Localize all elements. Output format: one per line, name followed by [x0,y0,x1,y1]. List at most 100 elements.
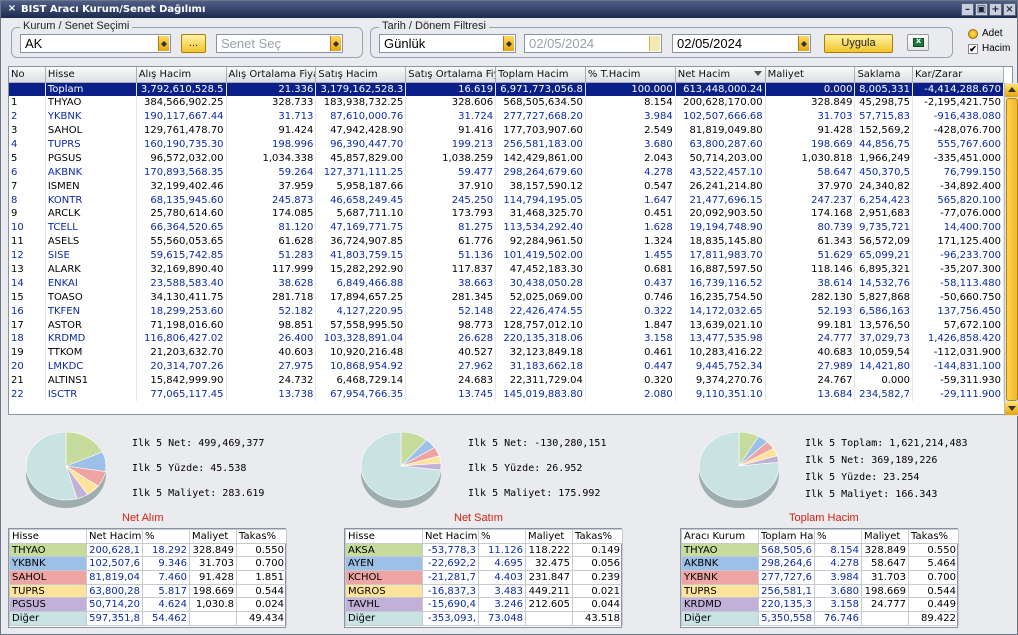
panel-row[interactable]: THYAO 568,505,6 8.154 328.849 0.550 [681,542,959,558]
table-row[interactable]: 14 ENKAI 23,588,583.40 38.628 6,849,466.88 38… [9,276,1004,291]
table-row[interactable]: 7 ISMEN 32,199,402.46 37.959 5,958,187.66 37.… [9,179,1004,194]
table-row[interactable]: 16 TKFEN 18,299,253.60 52.182 4,127,220.95 52… [9,304,1004,319]
panel-row[interactable]: Diğer 597,351,8 54.462 49.434 [9,611,287,626]
chevron-down-icon[interactable] [158,36,169,51]
column-header-4[interactable]: Satış Hacim [315,67,407,83]
column-header-8[interactable]: Net Hacim [675,67,766,83]
panel-col-header[interactable]: % [478,529,526,544]
column-header-2[interactable]: Alış Hacim [136,67,227,83]
radio-icon[interactable] [968,29,978,39]
panel-row[interactable]: YKBNK 277,727,6 3.984 31.703 0.700 [681,570,959,585]
panel-row[interactable]: MGROS -16,837,3 3.483 449.211 0.021 [345,583,623,599]
table-row[interactable]: 22 ISCTR 77,065,117.45 13.738 67,954,766.35 1… [9,387,1004,402]
table-row[interactable]: 10 TCELL 66,364,520.65 81.120 47,169,771.75 8… [9,220,1004,235]
apply-button[interactable]: Uygula [824,34,893,53]
minimize-button[interactable]: – [961,3,974,16]
panel-col-header[interactable]: % [142,529,190,544]
panel-row[interactable]: AKSA -53,778,3 11.126 118.222 0.149 [345,542,623,558]
period-combo[interactable]: Günlük [379,34,516,53]
panel-row[interactable]: AKBNK 298,264,6 4.278 58.647 5.464 [681,556,959,572]
column-header-1[interactable]: Hisse [45,67,137,83]
date-to-field[interactable]: 02/05/2024 [672,34,811,53]
panel-col-header[interactable]: Takas% [572,529,623,544]
column-header-7[interactable]: % T.Hacim [585,67,676,83]
excel-export-button[interactable] [907,34,929,51]
calendar-icon[interactable] [649,36,660,51]
panel-col-header[interactable]: Net Hacim [422,529,479,544]
panel-row[interactable]: YKBNK 102,507,6 9.346 31.703 0.700 [9,556,287,572]
table-row[interactable]: 13 ALARK 32,169,890.40 117.999 15,282,292.90… [9,262,1004,277]
table-row[interactable]: 3 SAHOL 129,761,478.70 91.424 47,942,428.90 9… [9,123,1004,138]
chevron-down-icon[interactable] [330,36,341,51]
restore-button[interactable]: ▣ [975,3,988,16]
close-icon[interactable]: × [6,3,18,15]
panel-col-header[interactable]: Takas% [908,529,959,544]
table-row[interactable]: 17 ASTOR 71,198,016.60 98.851 57,558,995.50 9… [9,318,1004,333]
column-header-9[interactable]: Maliyet [765,67,856,83]
table-row[interactable]: 4 TUPRS 160,190,735.30 198.996 96,390,447.70… [9,137,1004,152]
panel-col-header[interactable]: Net Hacim [86,529,143,544]
panel-row[interactable]: SAHOL 81,819,04 7.460 91.428 1.851 [9,570,287,585]
column-header-10[interactable]: Saklama [854,67,913,83]
column-header-3[interactable]: Alış Ortalama Fiya [226,67,317,83]
panel-info-line: Ilk 5 Yüzde: 26.952 [468,463,583,474]
scroll-up-icon[interactable] [1005,84,1018,97]
table-row[interactable]: 6 AKBNK 170,893,568.35 59.264 127,371,111.25… [9,165,1004,180]
kurum-browse-button[interactable]: ... [181,34,206,53]
panel-row[interactable]: TUPRS 63,800,28 5.817 198.669 0.544 [9,583,287,599]
table-row[interactable]: 1 THYAO 384,566,902.25 328.733 183,938,732.2… [9,95,1004,110]
column-header-0[interactable]: No [9,67,46,83]
vertical-scrollbar[interactable] [1004,83,1018,416]
panel-row[interactable]: KCHOL -21,281,7 4.403 231.847 0.239 [345,570,623,585]
column-header-5[interactable]: Satış Ortalama Fiy [405,67,497,83]
panel-col-header[interactable]: Maliyet [861,529,909,544]
table-row[interactable]: 15 TOASO 34,130,411.75 281.718 17,894,657.25… [9,290,1004,305]
panel-row[interactable]: Diğer 5,350,558 76.746 89.422 [681,611,959,626]
scroll-thumb[interactable] [1006,98,1018,401]
panel-col-header[interactable]: Maliyet [189,529,237,544]
panel-row[interactable]: AYEN -22,692,2 4.695 32.475 0.056 [345,556,623,572]
senet-combo[interactable]: Senet Seç [216,34,343,53]
chevron-down-icon[interactable] [798,36,809,51]
scroll-down-icon[interactable] [1005,402,1018,415]
window-close-button[interactable]: × [1003,3,1016,16]
table-row[interactable]: 19 TTKOM 21,203,632.70 40.603 10,920,216.48 4… [9,345,1004,360]
panel-row[interactable]: TUPRS 256,581,1 3.680 198.669 0.544 [681,583,959,599]
panel-row[interactable]: KRDMD 220,135,3 3.158 24.777 0.449 [681,597,959,613]
column-header-11[interactable]: Kar/Zarar [912,67,1004,83]
date-from-field[interactable]: 02/05/2024 [524,34,662,53]
panel-col-header[interactable]: Hisse [9,529,87,544]
panel-cell: 118.222 [525,542,573,558]
column-header-6[interactable]: Toplam Hacim [495,67,586,83]
panel-col-header[interactable]: Toplam Ha [758,529,815,544]
panel-col-header[interactable]: Aracı Kurum [681,529,759,544]
panel-cell: 11.126 [478,542,526,558]
cell-0: 4 [9,137,46,152]
table-row[interactable]: 9 ARCLK 25,780,614.60 174.085 5,687,711.10 17… [9,207,1004,221]
table-row[interactable]: 11 ASELS 55,560,053.65 61.628 36,724,907.85 6… [9,234,1004,249]
table-row[interactable]: 18 KRDMD 116,806,427.02 26.400 103,328,891.0… [9,332,1004,346]
chevron-down-icon[interactable] [503,36,514,51]
panel-col-header[interactable]: % [814,529,862,544]
panel-row[interactable]: PGSUS 50,714,20 4.624 1,030.8 0.024 [9,597,287,613]
panel-col-header[interactable]: Maliyet [525,529,573,544]
cell-4: 15,282,292.90 [315,262,407,277]
sort-desc-icon[interactable] [753,71,762,76]
panel-row[interactable]: THYAO 200,628,1 18.292 328.849 0.550 [9,542,287,558]
cell-4: 5,687,711.10 [315,207,407,221]
panel-col-header[interactable]: Hisse [345,529,423,544]
panel-row[interactable]: TAVHL -15,690,4 3.246 212.605 0.044 [345,597,623,613]
table-row[interactable]: 21 ALTINS1 15,842,999.90 24.732 6,468,729.14… [9,373,1004,388]
kurum-combo[interactable]: AK [20,34,171,53]
maximize-button[interactable]: + [989,3,1002,16]
panel-row[interactable]: Diğer -353,093, 73.048 43.518 [345,611,623,626]
total-row[interactable]: Toplam 3,792,610,528.5 21.336 3,179,162,528… [9,82,1004,96]
panel-col-header[interactable]: Takas% [236,529,287,544]
table-row[interactable]: 12 SISE 59,615,742.85 51.283 41,803,759.15 51… [9,248,1004,263]
table-row[interactable]: 2 YKBNK 190,117,667.44 31.713 87,610,000.76 3… [9,109,1004,124]
table-row[interactable]: 20 LMKDC 20,314,707.26 27.975 10,868,954.92 2… [9,359,1004,374]
table-row[interactable]: 5 PGSUS 96,572,032.00 1,034.338 45,857,829.0… [9,151,1004,166]
checkbox-icon[interactable]: ✔ [968,44,978,54]
table-row[interactable]: 8 KONTR 68,135,945.60 245.873 46,658,249.45 2… [9,193,1004,208]
cell-7: 1.628 [585,220,676,235]
